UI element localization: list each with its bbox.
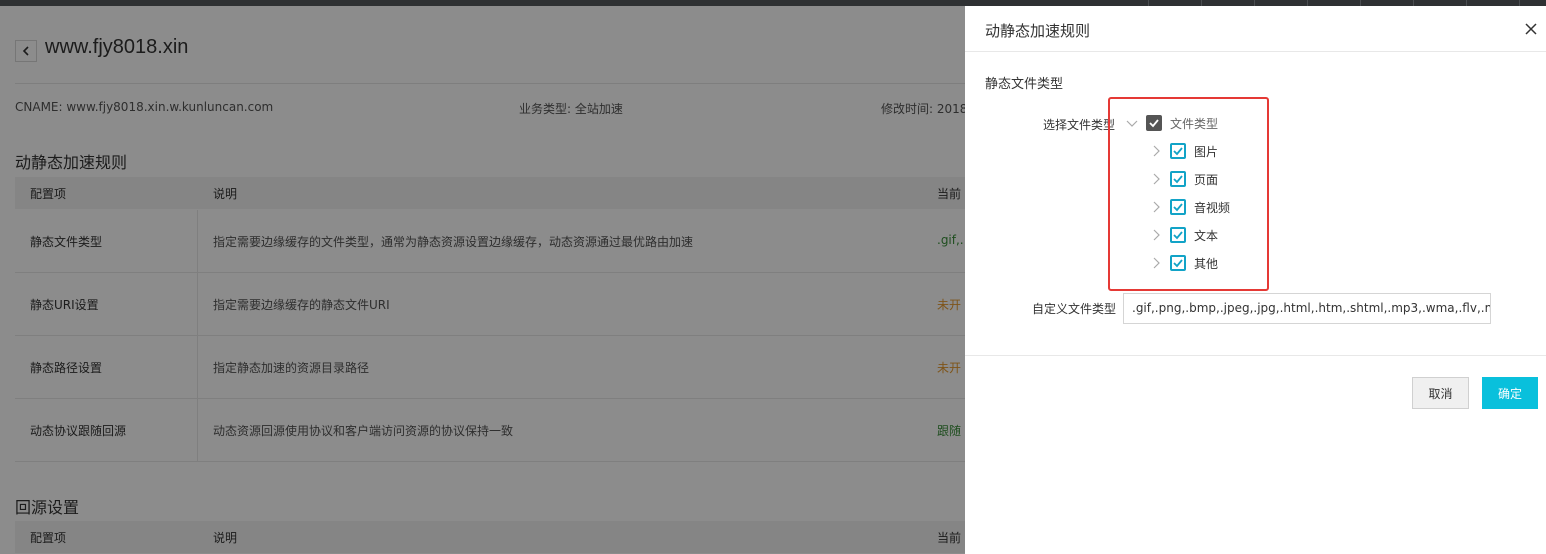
check-icon [1173, 147, 1183, 156]
chevron-right-icon[interactable] [1149, 228, 1163, 242]
tree-node-label: 图片 [1194, 144, 1219, 159]
tree-node-label: 页面 [1194, 172, 1219, 187]
check-icon [1173, 175, 1183, 184]
custom-file-type-label: 自定义文件类型 [1032, 302, 1117, 316]
divider [965, 51, 1546, 52]
root-checkbox[interactable] [1146, 115, 1162, 131]
close-icon[interactable] [1523, 21, 1539, 37]
tree-node-image[interactable]: 图片 [1149, 141, 1218, 161]
tree-node-av[interactable]: 音视频 [1149, 197, 1230, 217]
tree-checkbox[interactable] [1170, 171, 1186, 187]
cancel-button[interactable]: 取消 [1412, 377, 1469, 409]
chevron-right-icon[interactable] [1149, 144, 1163, 158]
custom-file-type-input[interactable]: .gif,.png,.bmp,.jpeg,.jpg,.html,.htm,.sh… [1123, 293, 1491, 324]
select-file-type-label: 选择文件类型 [1043, 118, 1116, 132]
modal-overlay[interactable] [0, 6, 965, 554]
check-icon [1173, 231, 1183, 240]
tree-node-root[interactable]: 文件类型 [1125, 113, 1218, 133]
chevron-down-icon[interactable] [1125, 116, 1139, 130]
section-subhead: 静态文件类型 [985, 77, 1064, 92]
tree-checkbox[interactable] [1170, 255, 1186, 271]
check-icon [1149, 119, 1159, 128]
drawer-title: 动静态加速规则 [985, 22, 1091, 40]
divider [965, 355, 1546, 356]
rule-drawer: 动静态加速规则 静态文件类型 选择文件类型 文件类型 图片 页面 音视频 文本 … [965, 6, 1546, 554]
tree-node-text[interactable]: 文本 [1149, 225, 1218, 245]
tree-checkbox[interactable] [1170, 227, 1186, 243]
tree-node-label: 文本 [1194, 228, 1219, 243]
tree-node-label: 其他 [1194, 256, 1219, 271]
tree-node-page[interactable]: 页面 [1149, 169, 1218, 189]
chevron-right-icon[interactable] [1149, 200, 1163, 214]
tree-node-other[interactable]: 其他 [1149, 253, 1218, 273]
tree-checkbox[interactable] [1170, 143, 1186, 159]
check-icon [1173, 203, 1183, 212]
chevron-right-icon[interactable] [1149, 172, 1163, 186]
chevron-right-icon[interactable] [1149, 256, 1163, 270]
tree-node-label: 音视频 [1194, 200, 1231, 215]
tree-checkbox[interactable] [1170, 199, 1186, 215]
tree-node-label: 文件类型 [1170, 116, 1219, 131]
check-icon [1173, 259, 1183, 268]
confirm-button[interactable]: 确定 [1482, 377, 1538, 409]
